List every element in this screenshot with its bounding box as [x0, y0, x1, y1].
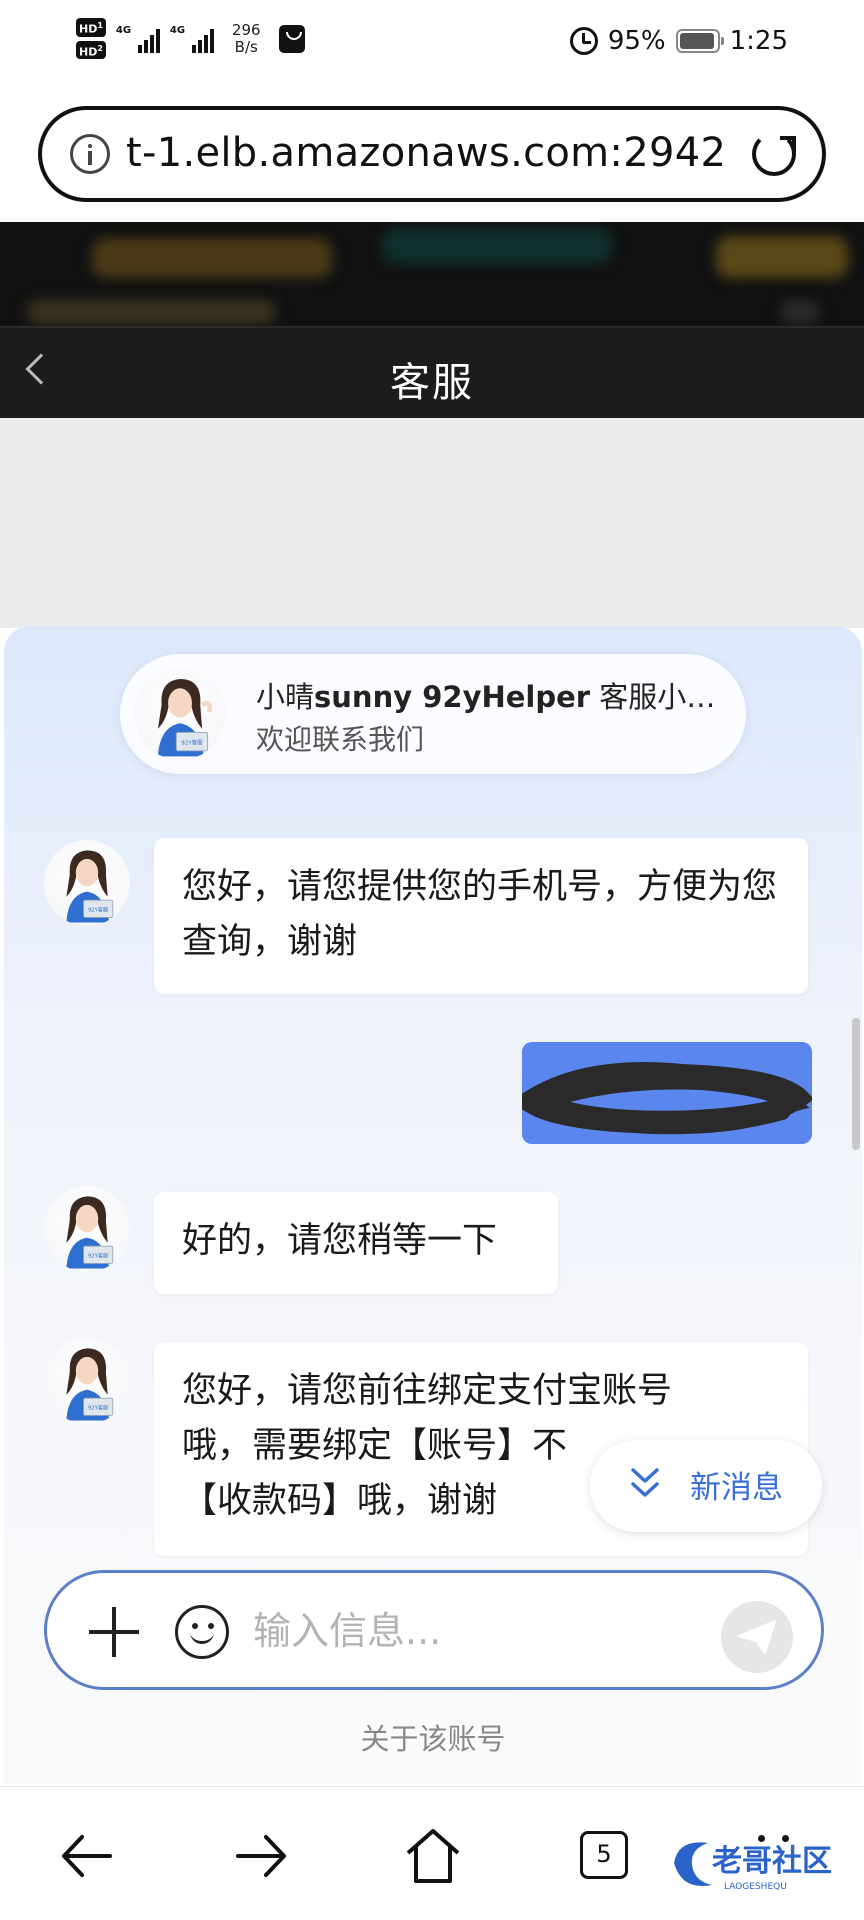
battery-icon — [675, 29, 724, 53]
user-message — [522, 1042, 812, 1144]
svg-text:92Y客服: 92Y客服 — [88, 1251, 108, 1259]
send-button[interactable] — [721, 1601, 793, 1673]
info-icon[interactable] — [70, 134, 110, 174]
signal-icon: 4G — [116, 25, 160, 53]
chat-panel: 92Y客服 小晴sunny 92yHelper 客服小助... 欢迎联系我们 9… — [4, 626, 862, 1784]
agent-avatar-icon: 92Y客服 — [157, 679, 213, 757]
shopping-bag-icon — [278, 24, 305, 53]
plus-icon[interactable] — [89, 1607, 139, 1657]
site-header-blurred — [0, 222, 864, 326]
agent-message: 您好，请您提供您的手机号，方便为您查询，谢谢 — [154, 838, 808, 994]
hd1-icon: HD1 — [76, 18, 106, 37]
agent-info-card: 92Y客服 小晴sunny 92yHelper 客服小助... 欢迎联系我们 — [120, 654, 746, 774]
svg-text:LAOGESHEQU: LAOGESHEQU — [724, 1882, 787, 1892]
reload-icon[interactable] — [752, 132, 796, 176]
battery-percent: 95% — [607, 26, 666, 56]
chat-header: 客服 — [0, 326, 864, 418]
status-left: HD1 HD2 4G 4G 296 B/s — [76, 18, 305, 60]
signal-icon: 4G — [170, 25, 214, 53]
hd2-icon: HD2 — [76, 40, 106, 60]
url-text[interactable]: t-1.elb.amazonaws.com:2942 — [126, 130, 726, 176]
scrollbar-thumb[interactable] — [852, 1018, 860, 1150]
new-message-label: 新消息 — [690, 1470, 783, 1506]
agent-avatar: 92Y客服 — [44, 1186, 130, 1272]
message-input[interactable] — [253, 1603, 673, 1659]
double-chevron-down-icon — [631, 1468, 659, 1497]
svg-text:92Y客服: 92Y客服 — [88, 1403, 108, 1411]
chat-title: 客服 — [390, 360, 474, 406]
network-speed: 296 B/s — [231, 20, 261, 56]
hd-indicators: HD1 HD2 — [76, 18, 106, 60]
status-right: 95% 1:25 — [569, 26, 788, 56]
emoji-icon[interactable] — [175, 1605, 229, 1659]
agent-subtitle: 欢迎联系我们 — [256, 723, 425, 756]
agent-avatar-icon: 92Y客服 — [66, 850, 114, 923]
redaction-scribble — [522, 1062, 812, 1135]
agent-avatar-icon: 92Y客服 — [66, 1348, 114, 1421]
home-icon[interactable] — [398, 1821, 468, 1891]
message-input-bar — [44, 1570, 824, 1690]
agent-avatar-icon: 92Y客服 — [66, 1196, 114, 1269]
clock: 1:25 — [729, 26, 788, 56]
about-account-link[interactable]: 关于该账号 — [4, 1716, 862, 1758]
address-bar[interactable]: t-1.elb.amazonaws.com:2942 — [38, 106, 826, 202]
status-bar: HD1 HD2 4G 4G 296 B/s 95% 1:25 — [0, 0, 864, 88]
tabs-count: 5 — [580, 1831, 628, 1879]
tabs-button[interactable]: 5 — [572, 1821, 642, 1891]
svg-text:老哥社区: 老哥社区 — [712, 1844, 832, 1879]
browser-bottom-nav: 5 老哥社区 LAOGESHEQU — [0, 1786, 864, 1920]
new-message-button[interactable]: 新消息 — [590, 1440, 822, 1532]
agent-avatar: 92Y客服 — [44, 1338, 130, 1424]
send-icon — [738, 1620, 776, 1654]
agent-message: 好的，请您稍等一下 — [154, 1192, 558, 1294]
agent-avatar: 92Y客服 — [44, 840, 130, 926]
back-arrow-icon[interactable] — [52, 1821, 122, 1891]
avatar-badge: 92Y客服 — [181, 738, 203, 746]
agent-avatar: 92Y客服 — [134, 668, 226, 760]
alarm-icon — [569, 27, 598, 55]
svg-text:92Y客服: 92Y客服 — [88, 905, 108, 913]
page-backdrop — [0, 418, 864, 628]
agent-name: 小晴sunny 92yHelper 客服小助... — [256, 680, 726, 714]
watermark-logo: 老哥社区 LAOGESHEQU — [674, 1842, 832, 1892]
forward-arrow-icon[interactable] — [226, 1821, 296, 1891]
